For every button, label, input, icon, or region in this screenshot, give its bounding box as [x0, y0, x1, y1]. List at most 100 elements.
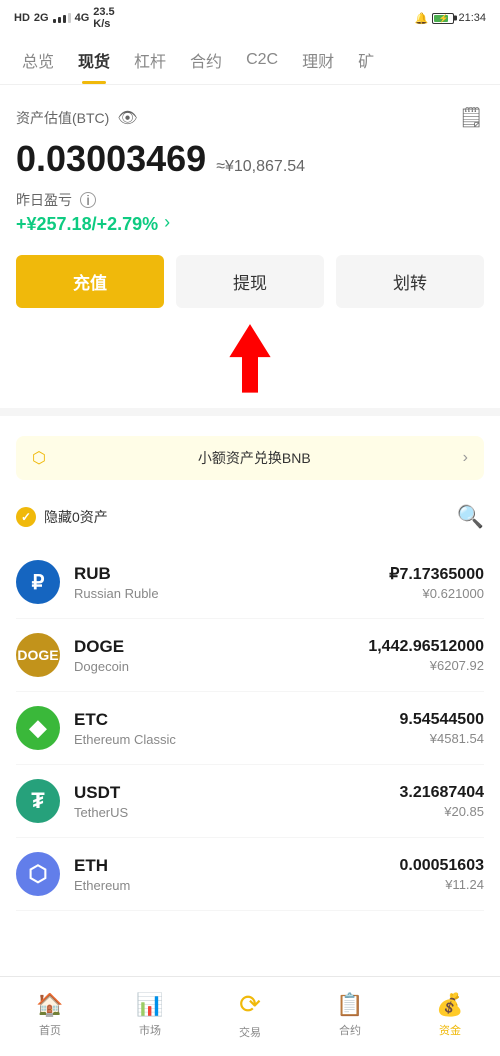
- doge-info: DOGE Dogecoin: [74, 637, 368, 674]
- etc-values: 9.54544500 ¥4581.54: [399, 711, 484, 746]
- bnb-chevron-icon: ›: [463, 449, 468, 467]
- usdt-amount: 3.21687404: [399, 784, 484, 802]
- asset-item-rub[interactable]: ₽ RUB Russian Ruble ₽7.17365000 ¥0.62100…: [16, 546, 484, 619]
- trade-icon: ⟳: [239, 989, 261, 1020]
- pnl-value: +¥257.18/+2.79%: [16, 214, 158, 235]
- rub-amount: ₽7.17365000: [389, 564, 484, 584]
- main-content: 资产估值(BTC) 👁 🗒 0.03003469 ≈¥10,867.54 昨日盈…: [0, 85, 500, 398]
- etc-symbol: ETC: [74, 710, 399, 730]
- history-icon[interactable]: 🗒: [459, 105, 484, 130]
- doge-symbol: DOGE: [74, 637, 368, 657]
- asset-item-etc[interactable]: ◆ ETC Ethereum Classic 9.54544500 ¥4581.…: [16, 692, 484, 765]
- etc-icon: ◆: [16, 706, 60, 750]
- bnb-banner[interactable]: ⬡ 小额资产兑换BNB ›: [16, 436, 484, 480]
- filter-row: ✓ 隐藏0资产 🔍: [16, 496, 484, 538]
- asset-list: ₽ RUB Russian Ruble ₽7.17365000 ¥0.62100…: [16, 546, 484, 911]
- usdt-symbol: USDT: [74, 783, 399, 803]
- usdt-name: TetherUS: [74, 805, 399, 820]
- nav-home-label: 首页: [39, 1022, 61, 1038]
- action-buttons: 充值 提现 划转: [16, 255, 484, 308]
- nav-trade-label: 交易: [239, 1024, 261, 1040]
- funds-icon: 💰: [436, 992, 463, 1018]
- eth-symbol: ETH: [74, 856, 399, 876]
- asset-item-eth[interactable]: ⬡ ETH Ethereum 0.00051603 ¥11.24: [16, 838, 484, 911]
- cny-approx: ≈¥10,867.54: [216, 158, 305, 176]
- withdraw-button[interactable]: 提现: [176, 255, 324, 308]
- pnl-chevron-icon[interactable]: ›: [164, 212, 170, 233]
- etc-cny: ¥4581.54: [399, 731, 484, 746]
- rub-symbol: RUB: [74, 564, 389, 584]
- bnb-banner-text: 小额资产兑换BNB: [198, 448, 311, 468]
- eth-icon: ⬡: [16, 852, 60, 896]
- tab-margin[interactable]: 杠杆: [122, 36, 178, 84]
- asset-label-text: 资产估值(BTC): [16, 108, 109, 128]
- tab-futures[interactable]: 合约: [178, 36, 234, 84]
- check-icon[interactable]: ✓: [16, 507, 36, 527]
- usdt-values: 3.21687404 ¥20.85: [399, 784, 484, 819]
- rub-name: Russian Ruble: [74, 586, 389, 601]
- nav-funds[interactable]: 💰 资金: [400, 988, 500, 1042]
- asset-label-row: 资产估值(BTC) 👁 🗒: [16, 105, 484, 130]
- status-left: HD 2G 4G 23.5K/s: [14, 6, 115, 30]
- asset-item-usdt[interactable]: ₮ USDT TetherUS 3.21687404 ¥20.85: [16, 765, 484, 838]
- btc-amount: 0.03003469: [16, 138, 206, 180]
- rub-values: ₽7.17365000 ¥0.621000: [389, 564, 484, 601]
- tab-overview[interactable]: 总览: [10, 36, 66, 84]
- rub-icon: ₽: [16, 560, 60, 604]
- nav-futures-label: 合约: [339, 1022, 361, 1038]
- nav-tabs: 总览 现货 杠杆 合约 C2C 理财 矿: [0, 36, 500, 85]
- transfer-button[interactable]: 划转: [336, 255, 484, 308]
- nav-trade[interactable]: ⟳ 交易: [200, 985, 300, 1044]
- rub-cny: ¥0.621000: [389, 586, 484, 601]
- tab-earn[interactable]: 理财: [290, 36, 346, 84]
- section-divider: [0, 408, 500, 416]
- nav-futures[interactable]: 📋 合约: [300, 988, 400, 1042]
- tab-mining[interactable]: 矿: [346, 36, 386, 84]
- market-icon: 📊: [136, 992, 163, 1018]
- doge-cny: ¥6207.92: [368, 658, 484, 673]
- etc-info: ETC Ethereum Classic: [74, 710, 399, 747]
- deposit-button[interactable]: 充值: [16, 255, 164, 308]
- asset-item-doge[interactable]: DOGE DOGE Dogecoin 1,442.96512000 ¥6207.…: [16, 619, 484, 692]
- charging-icon: ⚡: [438, 14, 448, 23]
- tab-c2c[interactable]: C2C: [234, 39, 290, 81]
- speed-indicator: 23.5K/s: [93, 6, 114, 30]
- nav-market[interactable]: 📊 市场: [100, 988, 200, 1042]
- battery-icon: ⚡: [432, 13, 454, 24]
- doge-name: Dogecoin: [74, 659, 368, 674]
- filter-text: 隐藏0资产: [44, 507, 108, 527]
- hd-indicator: HD: [14, 12, 30, 24]
- lower-content: ⬡ 小额资产兑换BNB › ✓ 隐藏0资产 🔍 ₽ RUB Russian Ru…: [0, 416, 500, 911]
- usdt-cny: ¥20.85: [399, 804, 484, 819]
- bottom-nav: 🏠 首页 📊 市场 ⟳ 交易 📋 合约 💰 资金: [0, 976, 500, 1056]
- usdt-info: USDT TetherUS: [74, 783, 399, 820]
- search-icon[interactable]: 🔍: [457, 504, 484, 530]
- eth-name: Ethereum: [74, 878, 399, 893]
- asset-btc-display: 0.03003469 ≈¥10,867.54: [16, 138, 484, 180]
- doge-values: 1,442.96512000 ¥6207.92: [368, 638, 484, 673]
- doge-amount: 1,442.96512000: [368, 638, 484, 656]
- filter-left: ✓ 隐藏0资产: [16, 507, 108, 527]
- etc-name: Ethereum Classic: [74, 732, 399, 747]
- status-right: 🔔 ⚡ 21:34: [415, 12, 486, 25]
- daily-pnl-label: 昨日盈亏: [16, 190, 72, 210]
- nav-funds-label: 资金: [439, 1022, 461, 1038]
- 4g-indicator: 4G: [75, 12, 90, 24]
- rub-info: RUB Russian Ruble: [74, 564, 389, 601]
- arrow-annotation: [16, 318, 484, 398]
- eye-icon[interactable]: 👁: [117, 108, 137, 128]
- alarm-icon: 🔔: [415, 12, 429, 25]
- eth-amount: 0.00051603: [399, 857, 484, 875]
- signal-2g: 2G: [34, 12, 49, 24]
- eth-values: 0.00051603 ¥11.24: [399, 857, 484, 892]
- usdt-icon: ₮: [16, 779, 60, 823]
- daily-pnl-row: 昨日盈亏 i: [16, 190, 484, 210]
- info-icon[interactable]: i: [80, 192, 96, 208]
- home-icon: 🏠: [36, 992, 63, 1018]
- bnb-icon: ⬡: [32, 448, 46, 468]
- signal-bars: [53, 13, 71, 23]
- nav-home[interactable]: 🏠 首页: [0, 988, 100, 1042]
- time-display: 21:34: [458, 12, 486, 24]
- tab-spot[interactable]: 现货: [66, 36, 122, 84]
- doge-icon: DOGE: [16, 633, 60, 677]
